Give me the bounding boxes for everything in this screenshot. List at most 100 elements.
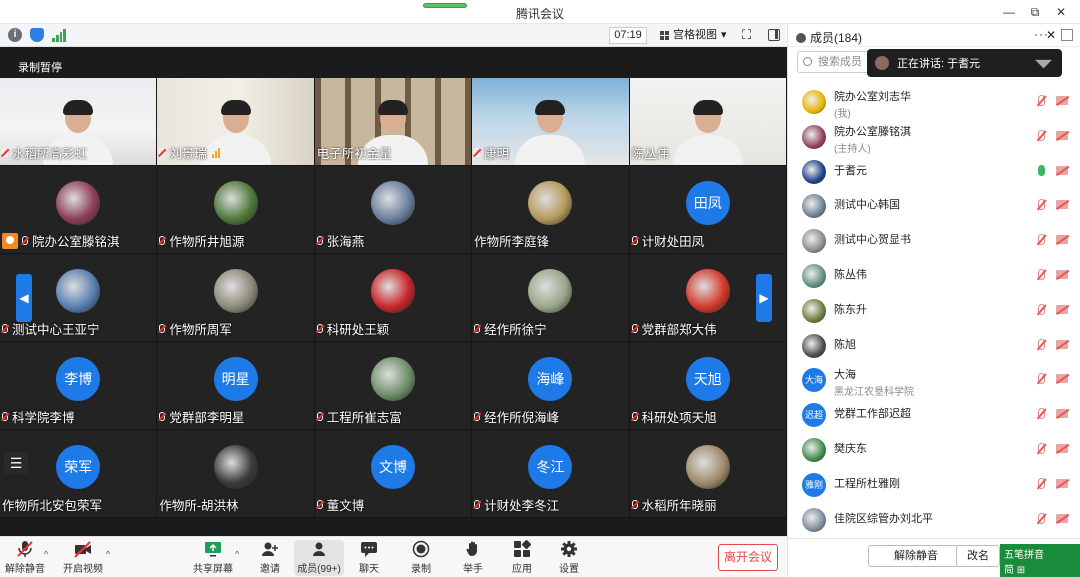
mic-muted-icon[interactable] [1038,408,1045,420]
member-row[interactable]: 樊庆东 [788,434,1080,469]
mic-on-icon[interactable] [1038,164,1045,176]
participant-tile[interactable]: 电子所初金星 [314,78,473,166]
camera-off-icon[interactable] [1056,165,1068,175]
participant-tile[interactable]: 经作所徐宁 [472,254,630,342]
camera-off-icon[interactable] [1056,513,1068,523]
participant-tile[interactable]: 李博 科学院李博 [0,342,158,430]
mic-muted-icon[interactable] [1038,512,1045,524]
participant-name: 科学院李博 [2,407,75,426]
participant-tile[interactable]: 康明 [472,78,630,166]
camera-off-icon[interactable] [1056,200,1068,210]
mic-muted-icon[interactable] [1038,477,1045,489]
list-view-icon[interactable]: ☰ [4,452,28,474]
member-avatar [802,298,826,323]
unmute-all-button[interactable]: 解除静音 [868,545,964,567]
fullscreen-icon[interactable]: ⛶ [742,27,751,43]
participant-tile[interactable]: 刘景瑞 [157,78,315,166]
camera-off-icon[interactable] [1056,96,1068,105]
close-panel-icon[interactable]: ✕ [1046,28,1056,42]
chat-button[interactable]: 聊天 [344,540,394,575]
member-row[interactable]: 院办公室滕铭淇 (主持人) [788,121,1080,156]
participant-tile[interactable]: 作物所周军 [157,254,315,342]
camera-off-icon[interactable] [1056,269,1068,279]
participant-name: 刘景瑞 [159,143,220,162]
start-video-button[interactable]: 开启视频 [58,540,108,575]
participant-tile[interactable]: 作物所-胡洪林 [157,430,315,518]
camera-off-icon[interactable] [1056,304,1068,314]
sidebar-toggle-icon[interactable] [768,29,780,41]
popout-icon[interactable] [1061,29,1073,41]
participant-tile[interactable]: 作物所李庭锋 [472,166,630,254]
members-button[interactable]: 成员(99+) [294,540,344,576]
member-row[interactable]: 迟超 党群工作部迟超 [788,399,1080,434]
camera-off-icon[interactable] [1056,478,1068,488]
camera-off-icon[interactable] [1056,374,1068,384]
camera-off-icon[interactable] [1056,130,1068,140]
member-row[interactable]: 于耆元 [788,156,1080,191]
participant-name-text: 水稻所高彩虹 [12,147,88,161]
participant-tile[interactable]: 天旭 科研处项天旭 [629,342,787,430]
rename-button[interactable]: 改名 [956,545,1000,567]
apps-button[interactable]: 应用 [497,539,547,575]
mic-muted-icon[interactable] [1038,338,1045,350]
mic-muted-icon[interactable] [1038,303,1045,315]
participant-tile[interactable]: 科研处王颖 [314,254,473,342]
settings-button[interactable]: 设置 [544,540,594,575]
member-list: 院办公室刘志华 (我) 院办公室滕铭淇 (主持人) 于耆元 测试中心韩国 测试中心贺显书 陈丛… [788,86,1080,538]
invite-button[interactable]: 邀请 [245,540,295,575]
unmute-button[interactable]: 解除静音 [0,540,50,575]
member-row[interactable]: 陈东升 [788,295,1080,330]
member-row[interactable]: 测试中心韩国 [788,190,1080,225]
camera-off-icon[interactable] [1056,443,1068,453]
participant-tile[interactable]: 明星 党群部李明星 [157,342,315,430]
member-row[interactable]: 陈旭 [788,330,1080,365]
camera-off-icon[interactable] [1056,339,1068,349]
mic-muted-icon[interactable] [1038,95,1045,106]
participant-tile[interactable]: 院办公室滕铭淇 [0,166,158,254]
member-row[interactable]: 院办公室刘志华 (我) [788,86,1080,121]
member-row[interactable]: 雅刚 工程所杜雅刚 [788,469,1080,504]
participant-tile[interactable]: 工程所崔志富 [314,342,473,430]
raise-hand-button[interactable]: 举手 [448,540,498,575]
network-signal-icon[interactable] [52,28,66,42]
participant-grid: 水稻所高彩虹 刘景瑞 电子所初金星 康明 陈丛伟院办公室滕铭淇 作物所井旭源 张海燕 作物所李… [0,78,787,518]
mic-muted-icon[interactable] [1038,268,1045,280]
share-screen-button[interactable]: 共享屏幕 [188,540,238,575]
security-shield-icon[interactable] [30,28,44,42]
participant-tile[interactable]: 冬江 计财处李冬江 [472,430,630,518]
ime-status-bar[interactable]: 五笔拼音 简 ⊞ [1000,544,1080,577]
next-page-button[interactable]: ▶ [756,274,772,322]
participant-tile[interactable]: 陈丛伟 [629,78,787,166]
mic-muted-icon[interactable] [1038,199,1045,211]
view-mode-selector[interactable]: 宫格视图 ▾ [656,27,731,44]
participant-tile[interactable]: 海峰 经作所倪海峰 [472,342,630,430]
participant-tile[interactable]: 文博 董文博 [314,430,473,518]
record-button[interactable]: 录制 [396,540,446,575]
participant-tile[interactable]: 荣军 作物所北安包荣军 [0,430,158,518]
mic-muted-icon[interactable] [1038,373,1045,385]
minimize-button[interactable]: — [996,2,1022,22]
mic-muted-icon[interactable] [1038,442,1045,454]
mic-muted-icon[interactable] [1038,234,1045,246]
participant-tile[interactable]: 水稻所年晓丽 [629,430,787,518]
leave-meeting-button[interactable]: 离开会议 [718,544,778,571]
member-row[interactable]: 大海 大海 黑龙江农垦科学院 [788,364,1080,399]
member-row[interactable]: 陈丛伟 [788,260,1080,295]
video-options-caret[interactable]: ^ [106,549,110,559]
member-row[interactable]: 测试中心贺显书 [788,225,1080,260]
participant-tile[interactable]: 水稻所高彩虹 [0,78,158,166]
camera-off-icon[interactable] [1056,409,1068,419]
close-button[interactable]: ✕ [1048,2,1074,22]
participant-tile[interactable]: 张海燕 [314,166,473,254]
mic-muted-icon[interactable] [1038,129,1045,141]
audio-options-caret[interactable]: ^ [44,549,48,559]
start-video-label: 开启视频 [63,564,103,575]
info-icon[interactable]: i [8,28,22,42]
member-row[interactable]: 佳院区综管办刘北平 [788,504,1080,539]
share-options-caret[interactable]: ^ [235,549,239,559]
participant-tile[interactable]: 田凤 计财处田凤 [629,166,787,254]
participant-tile[interactable]: 作物所井旭源 [157,166,315,254]
maximize-button[interactable]: ⧉ [1022,2,1048,22]
camera-off-icon[interactable] [1056,235,1068,245]
prev-page-button[interactable]: ◀ [16,274,32,322]
